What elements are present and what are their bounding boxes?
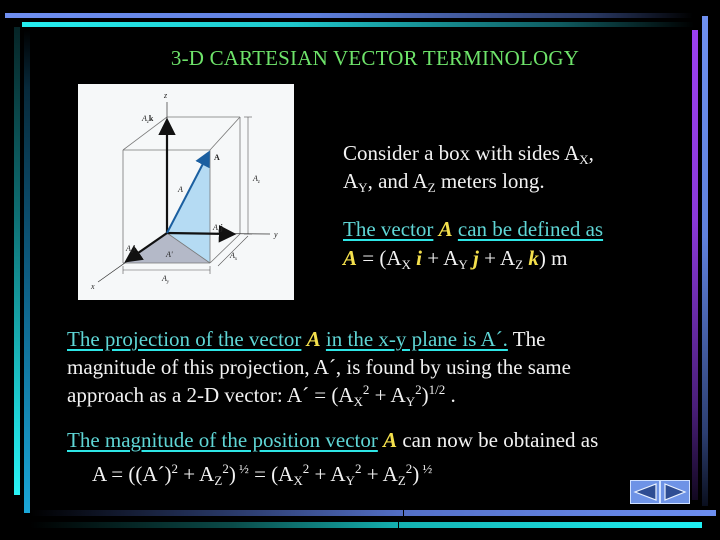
paragraph-magnitude-line1: The magnitude of the position vector A c… bbox=[67, 428, 599, 452]
ay-j-label: Ayj bbox=[212, 223, 223, 234]
a-prime-label: A' bbox=[165, 250, 173, 259]
right-blue-bar bbox=[702, 16, 708, 506]
bottom-cyan-bar bbox=[30, 522, 702, 528]
projection-link-2[interactable]: in the x-y plane is A´. bbox=[326, 327, 508, 351]
diagram-figure: z y x Azk A A Az Ayj Axi A' Ax Ay bbox=[90, 91, 278, 291]
ay-j-arrow bbox=[166, 224, 237, 243]
az-k-label: Azk bbox=[141, 114, 154, 125]
projection-link-1[interactable]: The projection of the vector bbox=[67, 327, 301, 351]
paragraph-box-sides-line1: Consider a box with sides AX, bbox=[343, 141, 594, 167]
top-blue-bar bbox=[5, 13, 693, 18]
vector-a-magnitude-label: A bbox=[177, 185, 183, 194]
magnitude-equation: A = ((A´)2 + AZ2) ½ = (AX2 + AY2 + AZ2) … bbox=[92, 461, 433, 488]
az-label: Az bbox=[252, 174, 260, 185]
paragraph-box-sides-line2: AY, and AZ meters long. bbox=[343, 169, 545, 195]
top-cyan-bar bbox=[22, 22, 694, 27]
slide-navigation bbox=[630, 480, 690, 504]
ay-dimension-label: Ay bbox=[161, 274, 170, 285]
vector-equation: A = (AX i + AY j + AZ k) m bbox=[343, 246, 568, 272]
y-axis-label: y bbox=[273, 230, 278, 239]
right-purple-bar bbox=[692, 30, 698, 500]
left-cyan-bar bbox=[14, 27, 20, 495]
paragraph-vector-definition-line1: The vector A can be defined as bbox=[343, 217, 604, 241]
paragraph-projection-line3: approach as a 2-D vector: A´ = (AX2 + AY… bbox=[67, 382, 456, 409]
bottom-blue-bar bbox=[30, 510, 716, 516]
triangle-left-icon bbox=[633, 483, 657, 501]
x-axis-label: x bbox=[90, 282, 95, 291]
magnitude-link[interactable]: The magnitude of the position vector bbox=[67, 428, 378, 452]
ax-dimension-label: Ax bbox=[229, 251, 238, 262]
vector-a-bold-label: A bbox=[214, 153, 220, 162]
paragraph-projection-line1: The projection of the vector A in the x-… bbox=[67, 327, 546, 351]
ax-i-label: Axi bbox=[125, 244, 136, 255]
vector-box-diagram: z y x Azk A A Az Ayj Axi A' Ax Ay bbox=[78, 84, 294, 300]
vector-definition-link-1[interactable]: The vector bbox=[343, 217, 433, 241]
vector-definition-link-2[interactable]: can be defined as bbox=[458, 217, 603, 241]
left-blue-bar bbox=[24, 30, 30, 513]
slide-title: 3-D CARTESIAN VECTOR TERMINOLOGY bbox=[170, 46, 580, 70]
z-axis-label: z bbox=[163, 91, 168, 100]
previous-slide-button[interactable] bbox=[631, 481, 659, 503]
next-slide-button[interactable] bbox=[659, 481, 689, 503]
triangle-right-icon bbox=[664, 483, 687, 501]
paragraph-projection-line2: magnitude of this projection, A´, is fou… bbox=[67, 355, 571, 379]
